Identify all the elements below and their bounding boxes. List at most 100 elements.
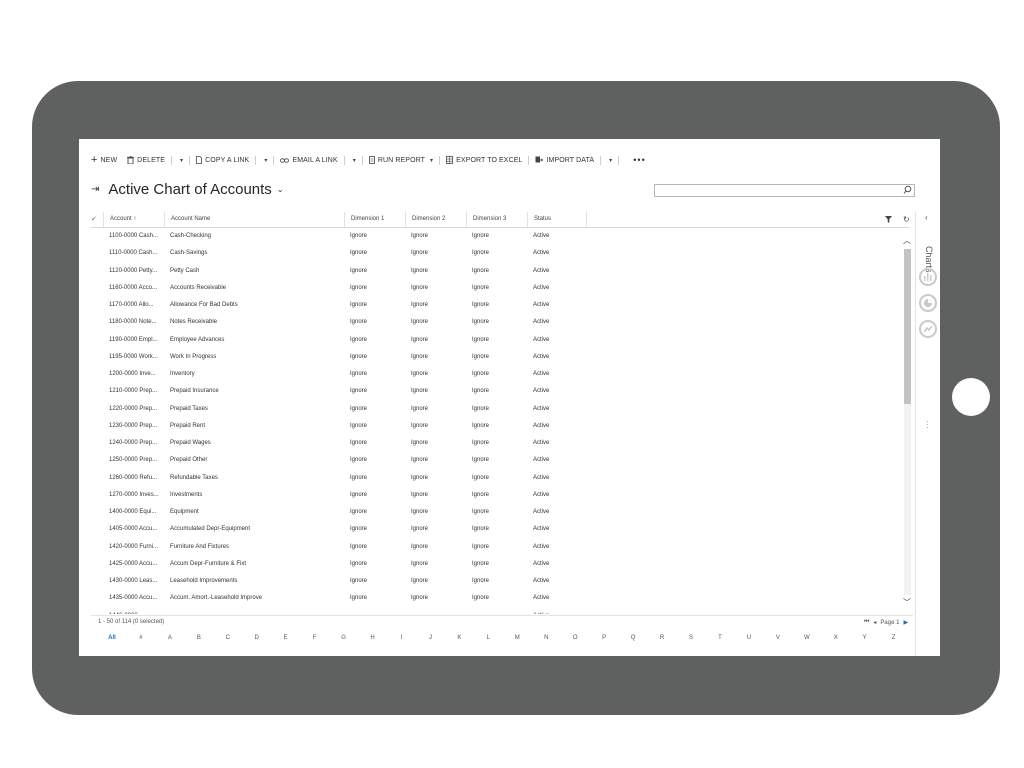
more-commands-button[interactable]: ••• xyxy=(633,155,645,165)
table-row[interactable]: 1250-0000 Prep... Prepaid Other Ignore Igno… xyxy=(91,452,901,469)
table-row[interactable]: 1100-0000 Cash... Cash-Checking Ignore Igno… xyxy=(91,228,901,245)
table-row[interactable]: 1120-0000 Petty... Petty Cash Ignore Ignore… xyxy=(91,263,901,280)
import-data-button[interactable]: IMPORT DATA xyxy=(535,156,594,164)
table-row[interactable]: 1195-0000 Work... Work In Progress Ignore I… xyxy=(91,349,901,366)
table-row[interactable]: 1190-0000 Empl... Employee Advances Ignore… xyxy=(91,332,901,349)
next-page-icon[interactable]: ▶ xyxy=(903,619,908,626)
previous-page-icon[interactable]: ◂ xyxy=(873,619,876,626)
chevron-down-icon[interactable]: ▾ xyxy=(180,157,183,164)
cell-account[interactable]: 1430-0000 Leas... xyxy=(109,573,165,590)
alpha-filter-letter[interactable]: B xyxy=(193,635,205,641)
cell-account[interactable]: 1260-0000 Refu... xyxy=(109,470,165,487)
cell-account[interactable]: 1240-0000 Prep... xyxy=(109,435,165,452)
cell-account[interactable]: 1170-0000 Allo... xyxy=(109,297,165,314)
table-row[interactable]: 1240-0000 Prep... Prepaid Wages Ignore Igno… xyxy=(91,435,901,452)
alpha-filter-letter[interactable]: N xyxy=(540,635,552,641)
alpha-filter-letter[interactable]: M xyxy=(511,635,523,641)
alpha-filter-letter[interactable]: O xyxy=(569,635,581,641)
column-header-account[interactable]: Account ↑ xyxy=(103,212,164,227)
table-row[interactable]: 1270-0000 Inves... Investments Ignore Ignor… xyxy=(91,487,901,504)
table-row[interactable]: 1405-0000 Accu... Accumulated Depr-Equipm… xyxy=(91,521,901,538)
table-row[interactable]: 1420-0000 Furni... Furniture And Fixtures… xyxy=(91,539,901,556)
page-title[interactable]: Active Chart of Accounts xyxy=(108,181,271,198)
view-selector-chevron-icon[interactable]: ⌄ xyxy=(277,185,284,194)
delete-button[interactable]: DELETE xyxy=(127,156,165,164)
cell-account[interactable]: 1220-0000 Prep... xyxy=(109,401,165,418)
first-page-icon[interactable]: ⏮ xyxy=(864,619,869,626)
table-row[interactable]: 1400-0000 Equi... Equipment Ignore Ignore Ig… xyxy=(91,504,901,521)
panel-resize-handle[interactable]: · · · xyxy=(926,418,929,432)
alpha-filter-letter[interactable]: T xyxy=(714,635,726,641)
chevron-down-icon[interactable]: ▾ xyxy=(264,157,267,164)
table-row[interactable]: 1435-0000 Accu... Accum. Amort.-Leasehold… xyxy=(91,590,901,607)
pin-icon[interactable]: ⇥ xyxy=(91,184,99,195)
line-chart-icon[interactable] xyxy=(919,320,937,338)
cell-account[interactable]: 1120-0000 Petty... xyxy=(109,263,165,280)
alpha-filter-letter[interactable]: D xyxy=(251,635,263,641)
cell-account[interactable]: 1190-0000 Empl... xyxy=(109,332,165,349)
table-row[interactable]: 1170-0000 Allo... Allowance For Bad Debts… xyxy=(91,297,901,314)
alpha-filter-letter[interactable]: J xyxy=(424,635,436,641)
cell-account[interactable]: 1405-0000 Accu... xyxy=(109,521,165,538)
alpha-filter-letter[interactable]: H xyxy=(367,635,379,641)
chevron-left-icon[interactable]: ‹ xyxy=(925,213,928,222)
new-button[interactable]: + NEW xyxy=(91,154,117,165)
cell-account[interactable]: 1200-0000 Inve... xyxy=(109,366,165,383)
alpha-filter-letter[interactable]: V xyxy=(772,635,784,641)
alpha-filter-letter[interactable]: I xyxy=(396,635,408,641)
search-icon[interactable] xyxy=(903,185,912,194)
table-row[interactable]: 1210-0000 Prep... Prepaid Insurance Ignore… xyxy=(91,383,901,400)
chevron-down-icon[interactable]: ▾ xyxy=(353,157,356,164)
column-header-account-name[interactable]: Account Name xyxy=(164,212,344,227)
cell-account[interactable]: 1100-0000 Cash... xyxy=(109,228,165,245)
cell-account[interactable]: 1230-0000 Prep... xyxy=(109,418,165,435)
chevron-up-icon[interactable]: ︿ xyxy=(903,235,911,246)
alpha-filter-letter[interactable]: Y xyxy=(859,635,871,641)
table-row[interactable]: 1230-0000 Prep... Prepaid Rent Ignore Ignor… xyxy=(91,418,901,435)
email-link-button[interactable]: EMAIL A LINK xyxy=(280,157,338,164)
alpha-filter-letter[interactable]: W xyxy=(801,635,813,641)
table-row[interactable]: 1200-0000 Inve... Inventory Ignore Ignore Ig… xyxy=(91,366,901,383)
cell-account[interactable]: 1270-0000 Inves... xyxy=(109,487,165,504)
cell-account[interactable]: 1160-0000 Acco... xyxy=(109,280,165,297)
alpha-filter-letter[interactable]: L xyxy=(482,635,494,641)
alpha-filter-letter[interactable]: E xyxy=(280,635,292,641)
alpha-filter-letter[interactable]: X xyxy=(830,635,842,641)
column-header-dimension-2[interactable]: Dimension 2 xyxy=(405,212,466,227)
alpha-filter-letter[interactable]: # xyxy=(135,635,147,641)
cell-account[interactable]: 1195-0000 Work... xyxy=(109,349,165,366)
cell-account[interactable]: 1440-0000 ... xyxy=(109,608,165,615)
cell-account[interactable]: 1425-0000 Accu... xyxy=(109,556,165,573)
export-excel-button[interactable]: EXPORT TO EXCEL xyxy=(446,156,522,164)
alpha-filter-letter[interactable]: C xyxy=(222,635,234,641)
run-report-button[interactable]: RUN REPORT ▾ xyxy=(368,156,433,164)
pie-chart-icon[interactable] xyxy=(919,294,937,312)
bar-chart-icon[interactable] xyxy=(919,268,937,286)
cell-account[interactable]: 1210-0000 Prep... xyxy=(109,383,165,400)
cell-account[interactable]: 1420-0000 Furni... xyxy=(109,539,165,556)
refresh-icon[interactable]: ↻ xyxy=(903,215,910,224)
table-row[interactable]: 1260-0000 Refu... Refundable Taxes Ignore I… xyxy=(91,470,901,487)
table-row[interactable]: 1180-0000 Note... Notes Receivable Ignore I… xyxy=(91,314,901,331)
chevron-down-icon[interactable]: ▾ xyxy=(609,157,612,164)
column-header-status[interactable]: Status xyxy=(527,212,586,227)
alpha-filter-letter[interactable]: U xyxy=(743,635,755,641)
table-row[interactable]: 1425-0000 Accu... Accum Depr-Furniture & … xyxy=(91,556,901,573)
cell-account[interactable]: 1435-0000 Accu... xyxy=(109,590,165,607)
alpha-filter-letter[interactable]: A xyxy=(164,635,176,641)
cell-account[interactable]: 1250-0000 Prep... xyxy=(109,452,165,469)
cell-account[interactable]: 1180-0000 Note... xyxy=(109,314,165,331)
alpha-filter-letter[interactable]: F xyxy=(309,635,321,641)
copy-link-button[interactable]: COPY A LINK xyxy=(196,156,249,164)
alpha-filter-letter[interactable]: Z xyxy=(888,635,900,641)
table-row[interactable]: 1110-0000 Cash... Cash-Savings Ignore Ignor… xyxy=(91,245,901,262)
filter-icon[interactable] xyxy=(885,216,892,223)
chevron-down-icon[interactable]: ﹀ xyxy=(903,597,911,608)
alpha-filter-letter[interactable]: R xyxy=(656,635,668,641)
table-row[interactable]: 1430-0000 Leas... Leasehold Improvements I… xyxy=(91,573,901,590)
column-header-dimension-1[interactable]: Dimension 1 xyxy=(344,212,405,227)
scroll-thumb[interactable] xyxy=(904,249,911,404)
cell-account[interactable]: 1400-0000 Equi... xyxy=(109,504,165,521)
alpha-filter-letter[interactable]: P xyxy=(598,635,610,641)
alpha-filter-letter[interactable]: Q xyxy=(627,635,639,641)
